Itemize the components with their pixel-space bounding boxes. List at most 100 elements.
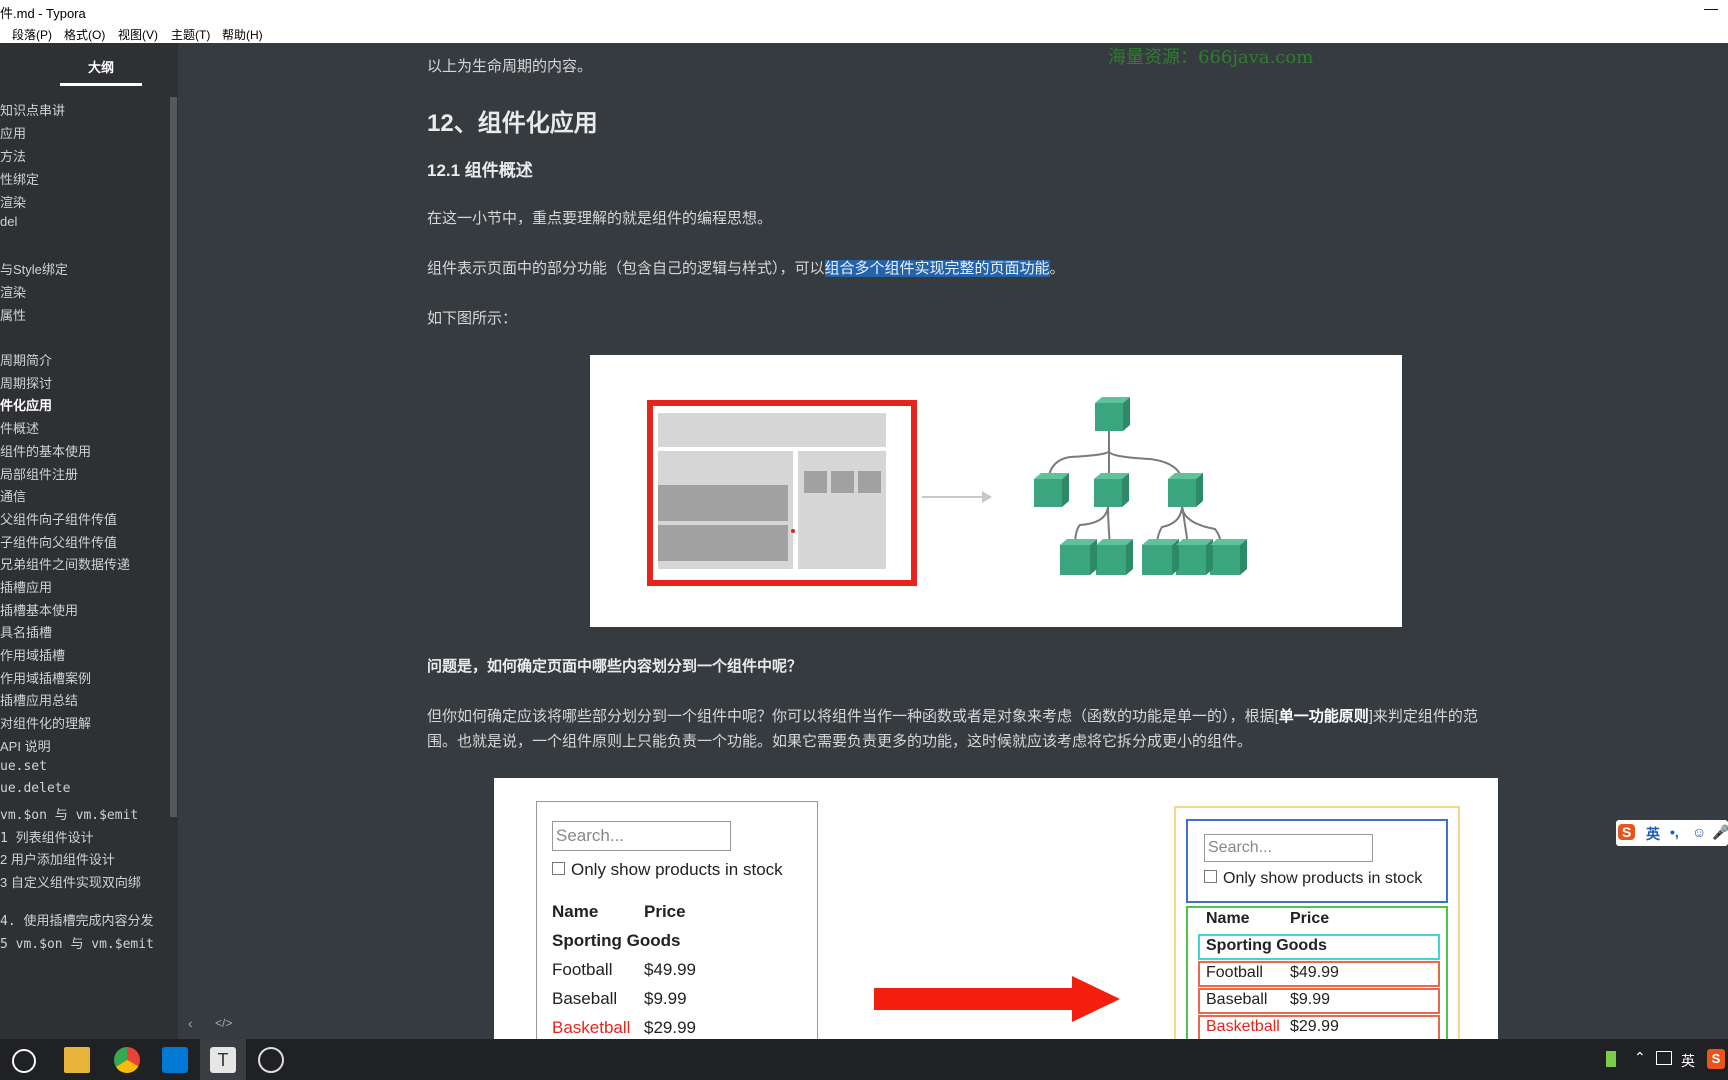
outline-tab-indicator (60, 83, 142, 86)
watermark: 海量资源：666java.com (1108, 47, 1314, 68)
category-row: Sporting Goods (1206, 937, 1327, 954)
sidebar-item[interactable]: 父组件向子组件传值 (0, 509, 117, 528)
sidebar-item[interactable]: 件概述 (0, 418, 39, 437)
checkbox-icon (1204, 870, 1217, 883)
search-input: Search... (1204, 834, 1373, 862)
source-code-icon[interactable]: </> (215, 1016, 232, 1030)
sidebar-item[interactable]: 作用域插槽案例 (0, 668, 91, 687)
sidebar-item[interactable]: ue.delete (0, 781, 70, 796)
typora-icon[interactable]: T (210, 1047, 236, 1073)
sidebar-item[interactable]: 局部组件注册 (0, 464, 78, 483)
sidebar-item[interactable]: 属性 (0, 305, 26, 324)
outline-tab[interactable]: 大纲 (60, 57, 142, 76)
sidebar-item[interactable]: 兄弟组件之间数据传递 (0, 554, 130, 573)
sidebar-item[interactable]: 作用域插槽 (0, 645, 65, 664)
sidebar-item[interactable]: 组件的基本使用 (0, 441, 91, 460)
sidebar-item[interactable]: 1 列表组件设计 (0, 827, 94, 846)
text-run: ]来判定组件的范 (1368, 708, 1478, 725)
paragraph: 如下图所示： (427, 310, 518, 327)
chevron-left-icon[interactable]: ‹ (188, 1015, 193, 1031)
sidebar-item[interactable]: 渲染 (0, 282, 26, 301)
sidebar-item[interactable]: 5 vm.$on 与 vm.$emit (0, 933, 154, 952)
heading-3: 12.1 组件概述 (427, 161, 533, 180)
sidebar-item[interactable]: 插槽应用 (0, 577, 52, 596)
paragraph: 围。也就是说，一个组件原则上只能负责一个功能。如果它需要负责更多的功能，这时候就… (427, 733, 1253, 750)
menu-format[interactable]: 格式(O) (64, 26, 105, 43)
paragraph: 在这一小节中，重点要理解的就是组件的编程思想。 (427, 210, 773, 227)
ime-lang-label[interactable]: 英 (1646, 824, 1660, 844)
punctuation-icon[interactable]: •, (1670, 824, 1679, 840)
sidebar-item[interactable]: 件化应用 (0, 395, 52, 414)
checkbox-label: Only show products in stock (1223, 870, 1423, 887)
column-header-name: Name (552, 902, 599, 921)
sogou-icon: S (1618, 824, 1636, 840)
product-price: $49.99 (644, 960, 696, 979)
sidebar-item[interactable]: 周期探讨 (0, 373, 52, 392)
product-price: $29.99 (1290, 1018, 1339, 1035)
chrome-icon[interactable] (114, 1047, 140, 1073)
product-price: $9.99 (1290, 991, 1331, 1008)
question-heading: 问题是，如何确定页面中哪些内容划分到一个组件中呢？ (427, 658, 803, 675)
bold-text: 单一功能原则 (1278, 708, 1369, 725)
menu-bar: 段落(P) 格式(O) 视图(V) 主题(T) 帮助(H) (0, 22, 1728, 43)
obs-icon[interactable] (258, 1047, 284, 1073)
sidebar-item[interactable]: 子组件向父组件传值 (0, 532, 117, 551)
file-explorer-icon[interactable] (64, 1047, 90, 1073)
sidebar-item[interactable]: 通信 (0, 486, 26, 505)
battery-icon[interactable] (1606, 1051, 1616, 1067)
search-icon[interactable] (12, 1049, 36, 1073)
product-price: $9.99 (644, 989, 687, 1008)
sidebar-item[interactable]: 性绑定 (0, 169, 39, 188)
product-name: Basketball (1206, 1018, 1280, 1035)
menu-view[interactable]: 视图(V) (118, 26, 158, 43)
sogou-tray-icon[interactable]: S (1707, 1049, 1725, 1069)
sidebar-item[interactable]: ue.set (0, 759, 47, 774)
vscode-icon[interactable] (162, 1047, 188, 1073)
text-run: 但你如何确定应该将哪些部分划分到一个组件中呢？你可以将组件当作一种函数或者是对象… (427, 708, 1279, 725)
menu-paragraph[interactable]: 段落(P) (12, 26, 52, 43)
paragraph: 以上为生命周期的内容。 (427, 58, 593, 75)
microphone-icon[interactable]: 🎤 (1712, 824, 1728, 841)
sidebar-item[interactable]: 知识点串讲 (0, 100, 65, 119)
sidebar-scrollbar[interactable] (170, 97, 177, 817)
product-name: Baseball (1206, 991, 1268, 1008)
sidebar-item[interactable]: 3 自定义组件实现双向绑 (0, 872, 141, 891)
sidebar-item[interactable]: 对组件化的理解 (0, 713, 91, 732)
stock-checkbox-row: Only show products in stock (552, 860, 783, 880)
sidebar-item[interactable]: 周期简介 (0, 350, 52, 369)
emoji-icon[interactable]: ☺ (1692, 824, 1706, 840)
tray-lang-label[interactable]: 英 (1681, 1051, 1695, 1071)
sidebar-item[interactable]: 插槽基本使用 (0, 600, 78, 619)
title-bar: 件.md - Typora — (0, 0, 1728, 22)
product-table-image: Search... Only show products in stock Na… (494, 778, 1498, 1039)
stock-checkbox-row: Only show products in stock (1204, 870, 1422, 888)
sidebar-item[interactable]: del (0, 214, 17, 229)
column-header-price: Price (644, 902, 686, 921)
sidebar-item[interactable]: 2 用户添加组件设计 (0, 849, 115, 868)
sidebar-item[interactable]: 渲染 (0, 192, 26, 211)
network-icon[interactable] (1656, 1051, 1672, 1065)
sidebar-item[interactable]: 方法 (0, 146, 26, 165)
search-input: Search... (552, 821, 731, 851)
sidebar-item[interactable]: 与Style绑定 (0, 259, 68, 278)
ime-toolbar[interactable]: S 英 •, ☺ 🎤 (1616, 820, 1728, 846)
product-name: Football (552, 960, 613, 979)
minimize-button[interactable]: — (1704, 0, 1718, 16)
selected-text[interactable]: 组合多个组件实现完整的页面功能 (824, 260, 1050, 277)
component-tree-image (590, 355, 1402, 627)
text-run: 。 (1049, 260, 1065, 277)
heading-2: 12、组件化应用 (427, 110, 598, 137)
sidebar-item[interactable]: API 说明 (0, 736, 51, 755)
sidebar-item[interactable]: 具名插槽 (0, 622, 52, 641)
sidebar-item[interactable]: vm.$on 与 vm.$emit (0, 804, 138, 823)
chevron-up-icon[interactable]: ⌃ (1634, 1049, 1646, 1066)
sidebar-item[interactable]: 应用 (0, 123, 26, 142)
menu-theme[interactable]: 主题(T) (171, 26, 210, 43)
text-run: 组件表示页面中的部分功能（包含自己的逻辑与样式），可以 (427, 260, 825, 277)
arrow-right-icon (874, 976, 1120, 1022)
sidebar-item[interactable]: 插槽应用总结 (0, 690, 78, 709)
editor-content[interactable]: 海量资源：666java.com 以上为生命周期的内容。 12、组件化应用 12… (178, 43, 1728, 1039)
sidebar-item[interactable]: 4. 使用插槽完成内容分发 (0, 910, 153, 929)
menu-help[interactable]: 帮助(H) (222, 26, 263, 43)
window-title: 件.md - Typora (0, 6, 86, 21)
